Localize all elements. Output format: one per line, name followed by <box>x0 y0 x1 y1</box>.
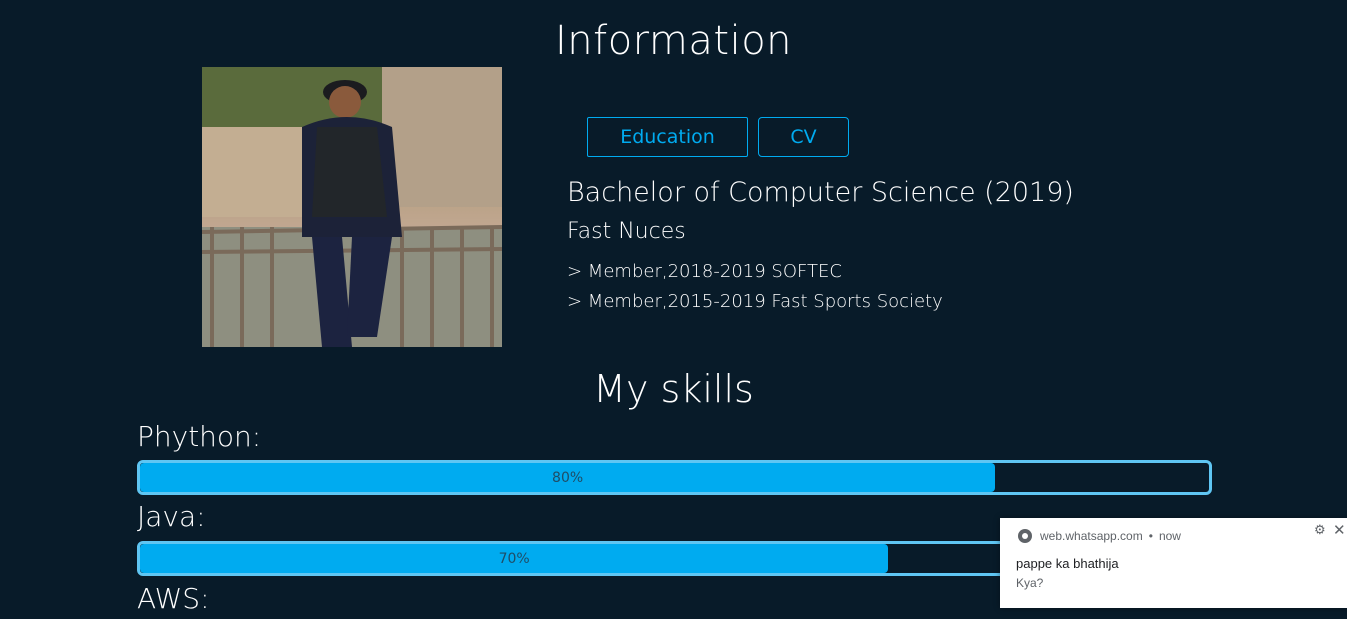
skill-fill-python: 80% <box>140 463 996 492</box>
close-icon[interactable]: ✕ <box>1333 521 1346 539</box>
notification-message: Kya? <box>1016 576 1044 590</box>
tab-education[interactable]: Education <box>587 117 748 157</box>
skill-label-java: Java: <box>137 500 206 533</box>
degree-title: Bachelor of Computer Science (2019) <box>567 177 1074 208</box>
notification-popup[interactable]: web.whatsapp.com • now ⚙ ✕ pappe ka bhat… <box>1000 518 1347 608</box>
activity-item: > Member,2018-2019 SOFTEC <box>567 261 842 282</box>
notification-source: web.whatsapp.com <box>1040 529 1143 543</box>
notification-title: pappe ka bhathija <box>1016 556 1119 571</box>
separator-dot: • <box>1148 529 1153 543</box>
chrome-icon <box>1018 529 1032 543</box>
gear-icon[interactable]: ⚙ <box>1314 522 1326 538</box>
tab-cv[interactable]: CV <box>758 117 849 157</box>
school-name: Fast Nuces <box>567 219 686 244</box>
skill-label-aws: AWS: <box>137 582 210 615</box>
skill-label-python: Phython: <box>137 420 262 453</box>
activity-item: > Member,2015-2019 Fast Sports Society <box>567 291 943 312</box>
skills-title: My skills <box>593 367 754 411</box>
skill-bar-python: 80% <box>137 460 1212 495</box>
notification-origin: web.whatsapp.com • now <box>1018 529 1181 543</box>
profile-photo-illustration <box>202 67 502 347</box>
page-title: Information <box>554 18 793 64</box>
profile-photo <box>202 67 502 347</box>
skill-fill-java: 70% <box>140 544 889 573</box>
page: Information Education CV Bachelor of Com… <box>0 0 1347 619</box>
notification-time: now <box>1158 529 1181 543</box>
